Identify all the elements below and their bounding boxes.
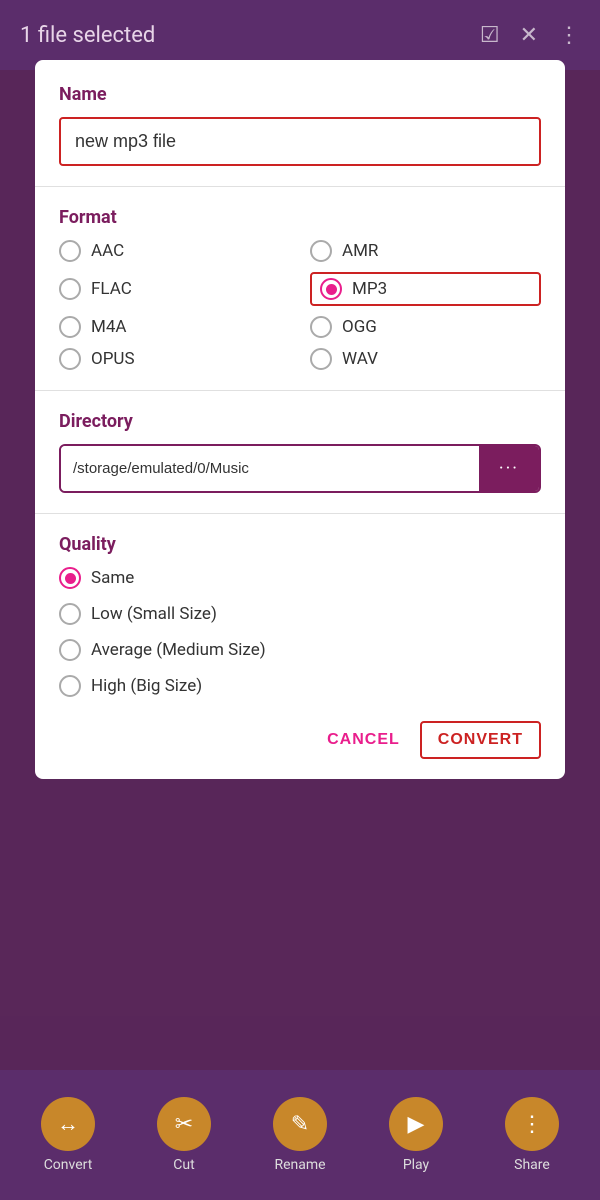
divider-3 [35,513,565,514]
bottom-item-share[interactable]: ⋮ Share [505,1097,559,1173]
directory-label: Directory [59,411,541,432]
radio-m4a[interactable] [59,316,81,338]
bottom-item-cut[interactable]: ✂ Cut [157,1097,211,1173]
format-option-ogg[interactable]: OGG [310,316,541,338]
bottom-bar: ↔ Convert ✂ Cut ✎ Rename ▶ Play ⋮ Share [0,1070,600,1200]
rename-icon: ✎ [273,1097,327,1151]
share-icon: ⋮ [505,1097,559,1151]
bottom-label-convert: Convert [44,1157,93,1173]
format-label: Format [59,207,541,228]
radio-same[interactable] [59,567,81,589]
bottom-item-play[interactable]: ▶ Play [389,1097,443,1173]
format-option-amr[interactable]: AMR [310,240,541,262]
radio-flac[interactable] [59,278,81,300]
top-bar-icons: ☑ ✕ ⋮ [480,23,580,48]
radio-wav[interactable] [310,348,332,370]
radio-low[interactable] [59,603,81,625]
radio-average[interactable] [59,639,81,661]
radio-mp3[interactable] [320,278,342,300]
format-label-wav: WAV [342,349,378,369]
name-label: Name [59,84,541,105]
format-label-mp3: MP3 [352,279,387,299]
directory-browse-button[interactable]: ··· [479,446,539,491]
radio-ogg[interactable] [310,316,332,338]
menu-icon[interactable]: ⋮ [558,23,580,48]
format-label-opus: OPUS [91,349,135,369]
play-icon: ▶ [389,1097,443,1151]
convert-icon: ↔ [41,1097,95,1151]
convert-dialog: Name Format AAC AMR FLAC MP3 M4A [35,60,565,779]
cut-icon: ✂ [157,1097,211,1151]
bottom-label-share: Share [514,1157,550,1173]
cancel-button[interactable]: CANCEL [327,731,400,749]
quality-label-high: High (Big Size) [91,676,202,696]
quality-options: Same Low (Small Size) Average (Medium Si… [59,567,541,697]
radio-aac[interactable] [59,240,81,262]
convert-button[interactable]: CONVERT [420,721,541,759]
bottom-label-cut: Cut [173,1157,194,1173]
format-option-flac[interactable]: FLAC [59,272,290,306]
divider-1 [35,186,565,187]
format-option-opus[interactable]: OPUS [59,348,290,370]
bottom-label-rename: Rename [274,1157,325,1173]
format-option-wav[interactable]: WAV [310,348,541,370]
action-buttons: CANCEL CONVERT [59,721,541,759]
bottom-item-rename[interactable]: ✎ Rename [273,1097,327,1173]
quality-option-low[interactable]: Low (Small Size) [59,603,541,625]
bottom-item-convert[interactable]: ↔ Convert [41,1097,95,1173]
quality-label-average: Average (Medium Size) [91,640,266,660]
radio-opus[interactable] [59,348,81,370]
format-label-ogg: OGG [342,317,377,337]
quality-label-low: Low (Small Size) [91,604,217,624]
format-option-mp3[interactable]: MP3 [310,272,541,306]
quality-label: Quality [59,534,541,555]
close-icon[interactable]: ✕ [520,23,538,48]
quality-option-high[interactable]: High (Big Size) [59,675,541,697]
radio-amr[interactable] [310,240,332,262]
format-grid: AAC AMR FLAC MP3 M4A OGG OPUS [59,240,541,370]
format-label-m4a: M4A [91,317,127,337]
format-label-flac: FLAC [91,279,132,299]
format-label-amr: AMR [342,241,378,261]
format-option-aac[interactable]: AAC [59,240,290,262]
bottom-label-play: Play [403,1157,429,1173]
radio-high[interactable] [59,675,81,697]
format-label-aac: AAC [91,241,124,261]
quality-option-average[interactable]: Average (Medium Size) [59,639,541,661]
check-icon[interactable]: ☑ [480,23,500,48]
directory-row: ··· [59,444,541,493]
name-input[interactable] [59,117,541,166]
format-option-m4a[interactable]: M4A [59,316,290,338]
divider-2 [35,390,565,391]
top-bar-title: 1 file selected [20,23,155,48]
directory-input[interactable] [61,446,479,491]
quality-label-same: Same [91,568,134,588]
quality-option-same[interactable]: Same [59,567,541,589]
